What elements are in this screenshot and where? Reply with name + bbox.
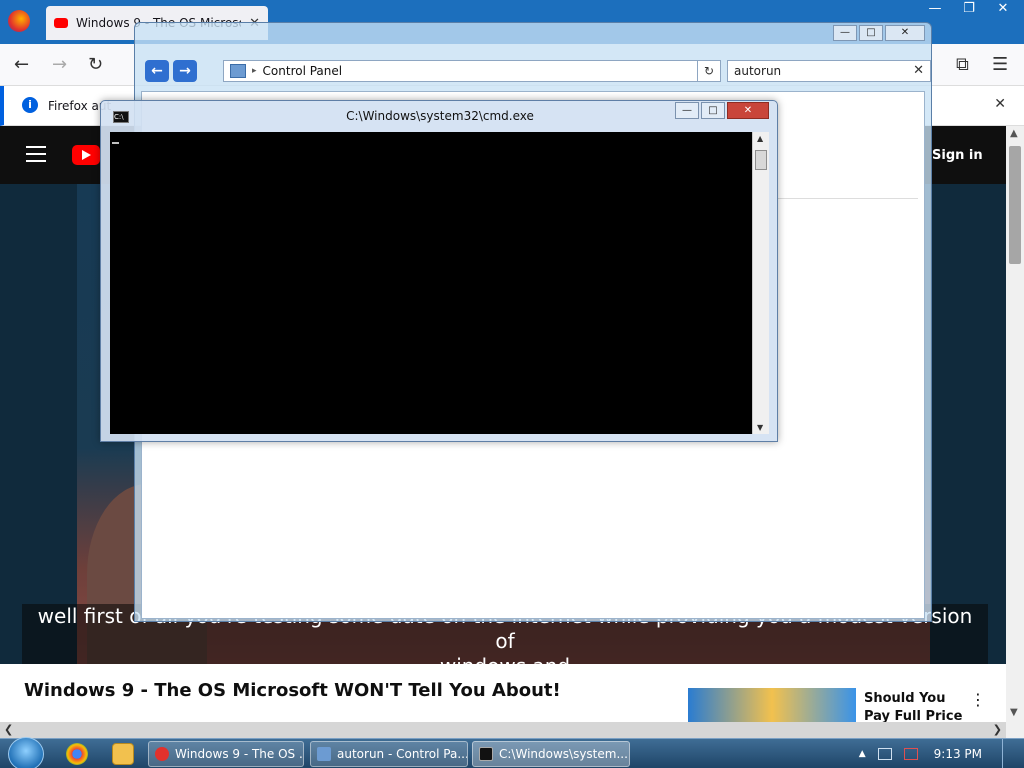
show-hidden-icons-icon[interactable]: ▲ (859, 749, 866, 759)
control-panel-icon (230, 64, 246, 78)
info-icon: i (22, 97, 38, 113)
video-details: Windows 9 - The OS Microsoft WON'T Tell … (0, 664, 1006, 742)
cp-minimize-button[interactable]: — (833, 25, 857, 41)
show-desktop-button[interactable] (1002, 739, 1016, 768)
menu-icon[interactable]: ☰ (992, 54, 1008, 75)
taskbar-item-firefox[interactable]: Windows 9 - The OS ... (148, 741, 304, 767)
firefox-task-icon (155, 747, 169, 761)
cmd-scrollbar[interactable]: ▲ ▼ (752, 132, 769, 434)
system-tray: ▲ 9:13 PM (859, 739, 1024, 768)
scrollbar-thumb[interactable] (1009, 146, 1021, 264)
reload-icon[interactable]: ↻ (88, 54, 103, 75)
browser-window-controls: — ❐ ✕ (918, 0, 1020, 18)
taskbar-item-cmd[interactable]: C:\Windows\system... (472, 741, 630, 767)
youtube-favicon-icon (54, 18, 68, 28)
page-vertical-scrollbar[interactable]: ▲ ▼ (1006, 126, 1024, 738)
scroll-left-icon[interactable]: ❮ (4, 723, 13, 736)
taskbar-item-control-panel[interactable]: autorun - Control Pa... (310, 741, 468, 767)
search-clear-icon[interactable]: ✕ (913, 63, 924, 78)
control-panel-task-icon (317, 747, 331, 761)
extensions-icon[interactable]: ⧉ (956, 54, 969, 75)
more-options-icon[interactable]: ⋮ (970, 690, 986, 709)
cp-maximize-button[interactable]: □ (859, 25, 883, 41)
video-title: Windows 9 - The OS Microsoft WON'T Tell … (24, 680, 561, 701)
notification-close-icon[interactable]: ✕ (994, 96, 1006, 112)
firefox-icon (8, 10, 30, 32)
cp-refresh-icon[interactable]: ↻ (697, 60, 721, 82)
cmd-maximize-button[interactable]: □ (701, 102, 725, 119)
search-value: autorun (734, 64, 782, 78)
cmd-minimize-button[interactable]: — (675, 102, 699, 119)
task-label: autorun - Control Pa... (337, 747, 468, 761)
cmd-window-controls: — □ ✕ (675, 102, 769, 119)
cp-close-button[interactable]: ✕ (885, 25, 925, 41)
clock[interactable]: 9:13 PM (930, 747, 990, 761)
task-label: Windows 9 - The OS ... (175, 747, 304, 761)
browser-minimize-button[interactable]: — (918, 0, 952, 18)
browser-maximize-button[interactable]: ❐ (952, 0, 986, 18)
cmd-task-icon (479, 747, 493, 761)
forward-icon[interactable]: → (52, 54, 67, 75)
cp-forward-icon[interactable]: → (173, 60, 197, 82)
file-explorer-icon[interactable] (112, 743, 134, 765)
page-horizontal-scrollbar[interactable]: ❮ ❯ (0, 722, 1006, 738)
control-panel-window-controls: — □ ✕ (833, 25, 925, 41)
start-button[interactable] (8, 737, 44, 768)
cmd-scroll-up-icon[interactable]: ▲ (757, 134, 763, 143)
address-text: Control Panel (262, 64, 343, 78)
youtube-logo[interactable] (72, 145, 100, 165)
address-bar[interactable]: ▸ Control Panel ⌄ (223, 60, 713, 82)
chrome-icon[interactable] (66, 743, 88, 765)
browser-close-button[interactable]: ✕ (986, 0, 1020, 18)
cmd-scroll-down-icon[interactable]: ▼ (757, 423, 763, 432)
scroll-right-icon[interactable]: ❯ (993, 723, 1002, 736)
back-icon[interactable]: ← (14, 54, 29, 75)
divider (778, 198, 918, 199)
taskbar: Windows 9 - The OS ... autorun - Control… (0, 737, 1024, 768)
sign-in-button[interactable]: Sign in (924, 143, 991, 169)
volume-muted-icon[interactable] (903, 748, 918, 760)
network-icon[interactable] (877, 748, 892, 760)
breadcrumb-separator-icon: ▸ (252, 66, 257, 76)
text-cursor (112, 142, 119, 144)
cmd-scrollbar-thumb[interactable] (755, 150, 767, 170)
hamburger-menu-icon[interactable] (26, 146, 46, 162)
cmd-close-button[interactable]: ✕ (727, 102, 769, 119)
cp-back-icon[interactable]: ← (145, 60, 169, 82)
scroll-up-icon[interactable]: ▲ (1010, 128, 1018, 139)
task-label: C:\Windows\system... (499, 747, 628, 761)
cmd-window: C:\ C:\Windows\system32\cmd.exe — □ ✕ ▲ … (100, 100, 778, 442)
search-input[interactable]: autorun ✕ (727, 60, 931, 82)
control-panel-navbar: ← → ▸ Control Panel ⌄ ↻ autorun ✕ (143, 57, 931, 85)
scroll-down-icon[interactable]: ▼ (1010, 707, 1018, 718)
console-output[interactable] (110, 132, 752, 434)
